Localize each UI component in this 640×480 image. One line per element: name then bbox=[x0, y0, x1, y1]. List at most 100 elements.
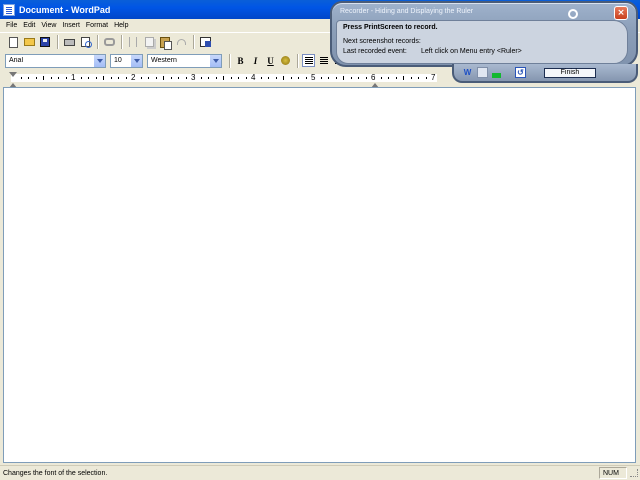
ruler-tick bbox=[290, 77, 292, 79]
ruler-tick bbox=[58, 77, 59, 79]
ruler-tick bbox=[268, 77, 269, 79]
toolbar-separator bbox=[97, 35, 99, 49]
ruler-tick bbox=[140, 77, 142, 79]
recorder-shell: Recorder - Hiding and Displaying the Rul… bbox=[330, 1, 638, 67]
ruler-tick bbox=[118, 77, 119, 79]
script-value: Western bbox=[151, 57, 177, 64]
toolbar-separator bbox=[121, 35, 123, 49]
next-screenshot-label: Next screenshot records: bbox=[343, 38, 421, 45]
new-icon bbox=[8, 36, 18, 48]
last-event-label: Last recorded event: bbox=[343, 48, 407, 55]
refresh-icon[interactable]: ↺ bbox=[515, 67, 526, 78]
toolbar-separator bbox=[57, 35, 59, 49]
menu-file[interactable]: File bbox=[3, 22, 20, 29]
grid-icon[interactable] bbox=[477, 67, 488, 78]
ruler-tick bbox=[320, 77, 322, 79]
date-time-button[interactable] bbox=[198, 35, 212, 49]
print-icon bbox=[63, 38, 75, 46]
ruler-tick bbox=[163, 76, 164, 80]
ruler-tick bbox=[28, 77, 29, 79]
font-size-value: 10 bbox=[114, 57, 122, 64]
cut-icon bbox=[129, 37, 137, 47]
cut-button[interactable] bbox=[126, 35, 140, 49]
recorder-window: Recorder - Hiding and Displaying the Rul… bbox=[330, 1, 638, 83]
find-icon bbox=[103, 38, 115, 46]
recorder-instruction: Press PrintScreen to record. bbox=[343, 24, 438, 31]
toolbar-separator bbox=[229, 53, 231, 68]
ruler-number: 1 bbox=[70, 73, 77, 82]
menu-view[interactable]: View bbox=[38, 22, 59, 29]
ruler-tick bbox=[298, 77, 299, 79]
font-color-button[interactable] bbox=[279, 54, 292, 67]
font-size-select[interactable]: 10 bbox=[110, 53, 143, 68]
chevron-down-icon[interactable] bbox=[93, 54, 105, 67]
status-bar: Changes the font of the selection. NUM bbox=[0, 465, 640, 480]
save-icon bbox=[40, 37, 50, 47]
underline-button[interactable]: U bbox=[264, 54, 277, 67]
ruler-tick bbox=[80, 77, 82, 79]
resize-grip[interactable] bbox=[630, 469, 638, 477]
document-text-area[interactable] bbox=[3, 87, 636, 463]
ruler-number: 3 bbox=[190, 73, 197, 82]
menu-help[interactable]: Help bbox=[111, 22, 131, 29]
green-status-icon[interactable] bbox=[492, 72, 501, 78]
find-button[interactable] bbox=[102, 35, 116, 49]
print-button[interactable] bbox=[62, 35, 76, 49]
paste-icon bbox=[160, 36, 172, 50]
undo-button[interactable] bbox=[174, 35, 188, 49]
italic-button[interactable]: I bbox=[249, 54, 262, 67]
copy-button[interactable] bbox=[142, 35, 156, 49]
script-select[interactable]: Western bbox=[147, 53, 222, 68]
recorder-knob-icon[interactable] bbox=[568, 9, 578, 19]
align-left-button[interactable] bbox=[302, 54, 315, 67]
ruler-tick bbox=[35, 77, 37, 79]
finish-button[interactable]: Finish bbox=[544, 67, 596, 78]
chevron-down-icon[interactable] bbox=[209, 54, 221, 67]
recorder-info-panel: Press PrintScreen to record. Next screen… bbox=[336, 20, 628, 64]
ruler-tick bbox=[43, 76, 44, 80]
ruler-tick bbox=[178, 77, 179, 79]
ruler-number: 2 bbox=[130, 73, 137, 82]
recorder-title: Recorder - Hiding and Displaying the Rul… bbox=[340, 8, 474, 15]
num-lock-indicator: NUM bbox=[599, 467, 627, 479]
paste-button[interactable] bbox=[158, 35, 172, 50]
save-button[interactable] bbox=[38, 35, 52, 49]
ruler-tick bbox=[88, 77, 89, 79]
ruler-tick bbox=[185, 77, 187, 79]
undo-icon bbox=[176, 39, 186, 45]
recorder-tray: W ↺ Finish bbox=[452, 64, 638, 83]
ruler-tick bbox=[148, 77, 149, 79]
ruler-tick bbox=[95, 77, 97, 79]
menu-insert[interactable]: Insert bbox=[59, 22, 83, 29]
ruler-tick bbox=[208, 77, 209, 79]
ruler-tick bbox=[110, 77, 112, 79]
ruler-tick bbox=[170, 77, 172, 79]
toolbar-separator bbox=[193, 35, 195, 49]
chevron-down-icon[interactable] bbox=[130, 54, 142, 67]
ruler-tick bbox=[260, 77, 262, 79]
align-center-button[interactable] bbox=[317, 54, 330, 67]
copy-icon bbox=[144, 37, 154, 47]
menu-format[interactable]: Format bbox=[83, 22, 111, 29]
word-icon[interactable]: W bbox=[462, 67, 473, 78]
font-name-select[interactable]: Arial bbox=[5, 53, 106, 68]
ruler-number: 5 bbox=[310, 73, 317, 82]
open-button[interactable] bbox=[22, 35, 36, 49]
toolbar-separator bbox=[297, 53, 299, 68]
ruler-number: 4 bbox=[250, 73, 257, 82]
bold-button[interactable]: B bbox=[234, 54, 247, 67]
wordpad-icon[interactable] bbox=[3, 3, 15, 16]
ruler-tick bbox=[230, 77, 232, 79]
ruler-tick bbox=[103, 76, 104, 80]
recorder-close-button[interactable]: × bbox=[614, 6, 628, 20]
ruler-tick bbox=[125, 77, 127, 79]
date-time-icon bbox=[199, 37, 211, 47]
ruler-tick bbox=[155, 77, 157, 79]
ruler-tick bbox=[238, 77, 239, 79]
font-name-value: Arial bbox=[9, 57, 24, 64]
menu-edit[interactable]: Edit bbox=[20, 22, 38, 29]
new-button[interactable] bbox=[6, 35, 20, 49]
ruler-tick bbox=[275, 77, 277, 79]
window-title: Document - WordPad bbox=[19, 4, 111, 15]
print-preview-button[interactable] bbox=[78, 35, 92, 49]
